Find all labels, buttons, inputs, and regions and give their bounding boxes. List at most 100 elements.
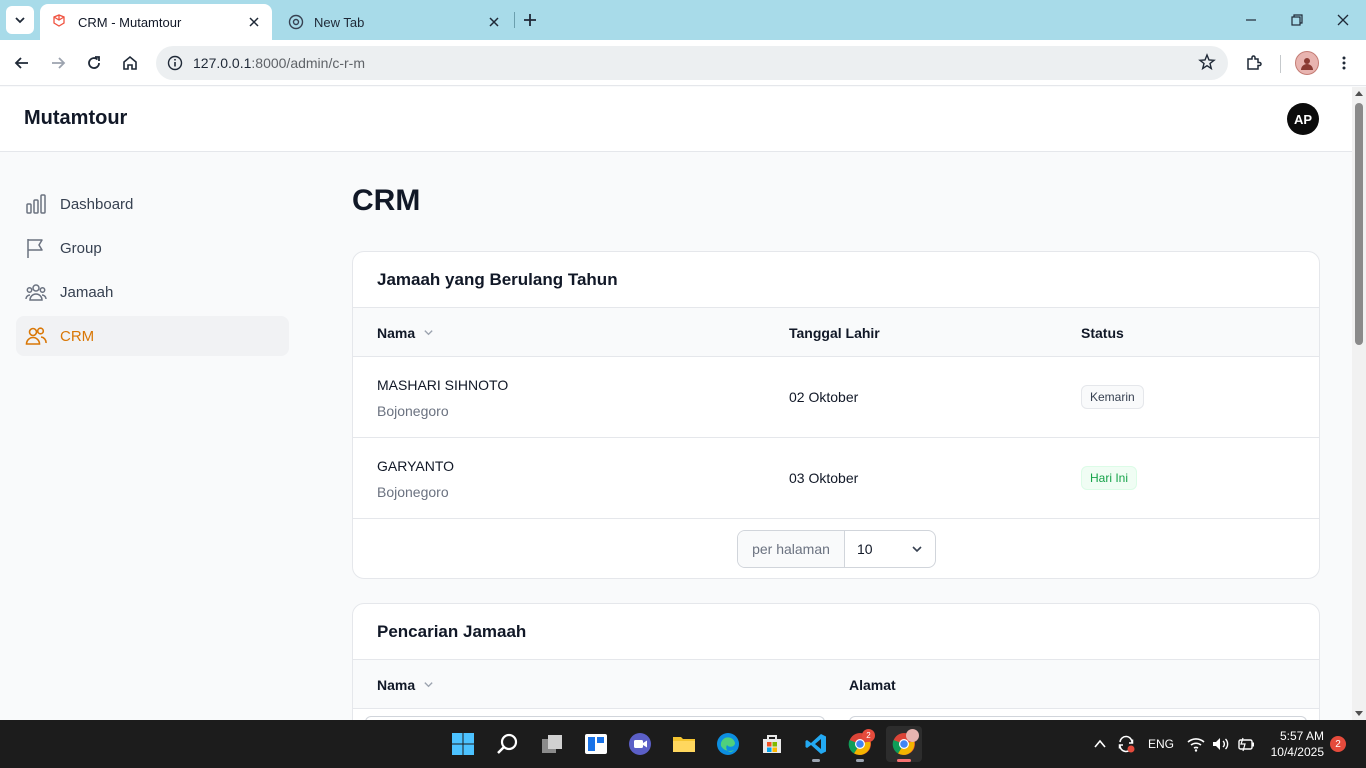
sidebar-item-jamaah[interactable]: Jamaah <box>16 272 289 312</box>
chevron-down-icon <box>15 17 25 24</box>
sync-status-icon[interactable] <box>1116 720 1136 768</box>
chevron-down-icon <box>424 682 433 688</box>
arrow-right-icon <box>52 57 66 69</box>
scrollbar-thumb[interactable] <box>1355 103 1363 345</box>
notification-center-badge[interactable]: 2 <box>1330 736 1346 752</box>
sidebar-item-label: Group <box>60 239 102 257</box>
teams-meet-button[interactable] <box>622 726 658 762</box>
sidebar-item-group[interactable]: Group <box>16 228 289 268</box>
birth-date: 02 Oktober <box>789 389 859 405</box>
home-icon <box>123 55 137 70</box>
task-view-button[interactable] <box>534 726 570 762</box>
table-row[interactable]: GARYANTO Bojonegoro 03 Oktober Hari Ini <box>353 438 1319 519</box>
column-header-nama[interactable]: Nama <box>377 308 434 357</box>
browser-menu-button[interactable] <box>1328 47 1360 79</box>
battery-icon[interactable] <box>1236 720 1256 768</box>
home-button[interactable] <box>114 47 146 79</box>
minimize-button[interactable] <box>1228 0 1274 40</box>
wifi-icon[interactable] <box>1186 720 1206 768</box>
taskbar-clock[interactable]: 5:57 AM 10/4/2025 <box>1266 728 1324 760</box>
chrome-button[interactable]: 2 <box>842 726 878 762</box>
volume-icon[interactable] <box>1210 720 1230 768</box>
close-icon[interactable] <box>246 14 262 30</box>
widgets-button[interactable] <box>578 726 614 762</box>
site-info-icon[interactable] <box>158 46 192 80</box>
browser-toolbar: 127.0.0.1:8000/admin/c-r-m <box>0 40 1366 86</box>
chrome-profile-button[interactable] <box>886 726 922 762</box>
tab-crm[interactable]: CRM - Mutamtour <box>40 4 272 40</box>
chevron-down-icon <box>912 546 922 553</box>
tab-separator <box>514 12 515 28</box>
tab-new-tab[interactable]: New Tab <box>276 4 512 40</box>
arrow-left-icon <box>14 57 28 69</box>
sidebar-item-dashboard[interactable]: Dashboard <box>16 184 289 224</box>
sidebar-item-label: Dashboard <box>60 195 134 213</box>
user-avatar[interactable]: AP <box>1287 103 1319 135</box>
table-header: Nama Tanggal Lahir Status <box>353 308 1319 357</box>
users-group-icon <box>24 280 48 304</box>
profile-button[interactable] <box>1291 47 1323 79</box>
chrome-badge: 2 <box>862 729 875 742</box>
sidebar-item-label: Jamaah <box>60 283 114 301</box>
column-header-status: Status <box>1081 308 1124 357</box>
file-explorer-button[interactable] <box>666 726 702 762</box>
microsoft-store-button[interactable] <box>754 726 790 762</box>
taskbar-search-button[interactable] <box>490 726 526 762</box>
sidebar-item-label: CRM <box>60 327 95 345</box>
store-icon <box>763 735 781 753</box>
running-indicator <box>856 759 864 762</box>
plus-icon <box>524 14 536 26</box>
tab-title: CRM - Mutamtour <box>78 14 182 30</box>
forward-button[interactable] <box>42 47 74 79</box>
per-page-value[interactable]: 10 <box>845 531 935 567</box>
profile-avatar-icon <box>1295 51 1319 75</box>
vscode-button[interactable] <box>798 726 834 762</box>
folder-icon <box>673 737 695 752</box>
column-header-alamat: Alamat <box>849 660 896 709</box>
windows-logo-icon <box>452 733 474 755</box>
table-row[interactable]: MASHARI SIHNOTO Bojonegoro 02 Oktober Ke… <box>353 357 1319 438</box>
task-view-icon <box>542 735 562 753</box>
minimize-icon <box>1246 19 1256 21</box>
reload-button[interactable] <box>78 47 110 79</box>
birth-date: 03 Oktober <box>789 470 859 486</box>
jamaah-city: Bojonegoro <box>377 403 449 419</box>
back-button[interactable] <box>6 47 38 79</box>
tab-title: New Tab <box>314 14 365 30</box>
widgets-icon <box>585 734 607 754</box>
bookmark-star-icon[interactable] <box>1198 53 1216 76</box>
edge-icon <box>717 733 739 755</box>
windows-start-button[interactable] <box>445 726 481 762</box>
url-text: 127.0.0.1:8000/admin/c-r-m <box>193 55 365 71</box>
search-icon <box>497 733 518 754</box>
extensions-button[interactable] <box>1238 47 1270 79</box>
address-bar[interactable]: 127.0.0.1:8000/admin/c-r-m <box>156 46 1228 80</box>
scroll-up-icon[interactable] <box>1355 90 1363 96</box>
profile-avatar-icon <box>906 729 919 742</box>
laravel-favicon-icon <box>53 14 65 27</box>
restore-button[interactable] <box>1274 0 1320 40</box>
column-label: Nama <box>377 324 416 341</box>
windows-taskbar: 2 ENG 5:57 AM 10/4/2025 2 <box>0 720 1366 768</box>
puzzle-icon <box>1247 55 1262 70</box>
tab-search-button[interactable] <box>6 6 34 34</box>
page-scrollbar[interactable] <box>1352 87 1366 720</box>
per-page-selected: 10 <box>857 541 873 557</box>
per-page-label: per halaman <box>738 531 845 567</box>
close-icon[interactable] <box>486 14 502 30</box>
language-indicator[interactable]: ENG <box>1148 720 1174 768</box>
new-tab-button[interactable] <box>518 8 542 32</box>
column-header-tanggal-lahir: Tanggal Lahir <box>789 308 880 357</box>
scroll-down-icon[interactable] <box>1355 711 1363 717</box>
sidebar-item-crm[interactable]: CRM <box>16 316 289 356</box>
close-icon <box>1337 14 1349 26</box>
active-indicator <box>897 759 911 762</box>
users-icon <box>24 324 48 348</box>
edge-browser-button[interactable] <box>710 726 746 762</box>
per-page-select[interactable]: per halaman 10 <box>737 530 936 568</box>
close-window-button[interactable] <box>1320 0 1366 40</box>
brand-logo[interactable]: Mutamtour <box>24 107 127 130</box>
show-hidden-icons-button[interactable] <box>1093 720 1107 768</box>
column-header-nama[interactable]: Nama <box>377 660 434 709</box>
pagination-bar: per halaman 10 <box>353 519 1319 578</box>
